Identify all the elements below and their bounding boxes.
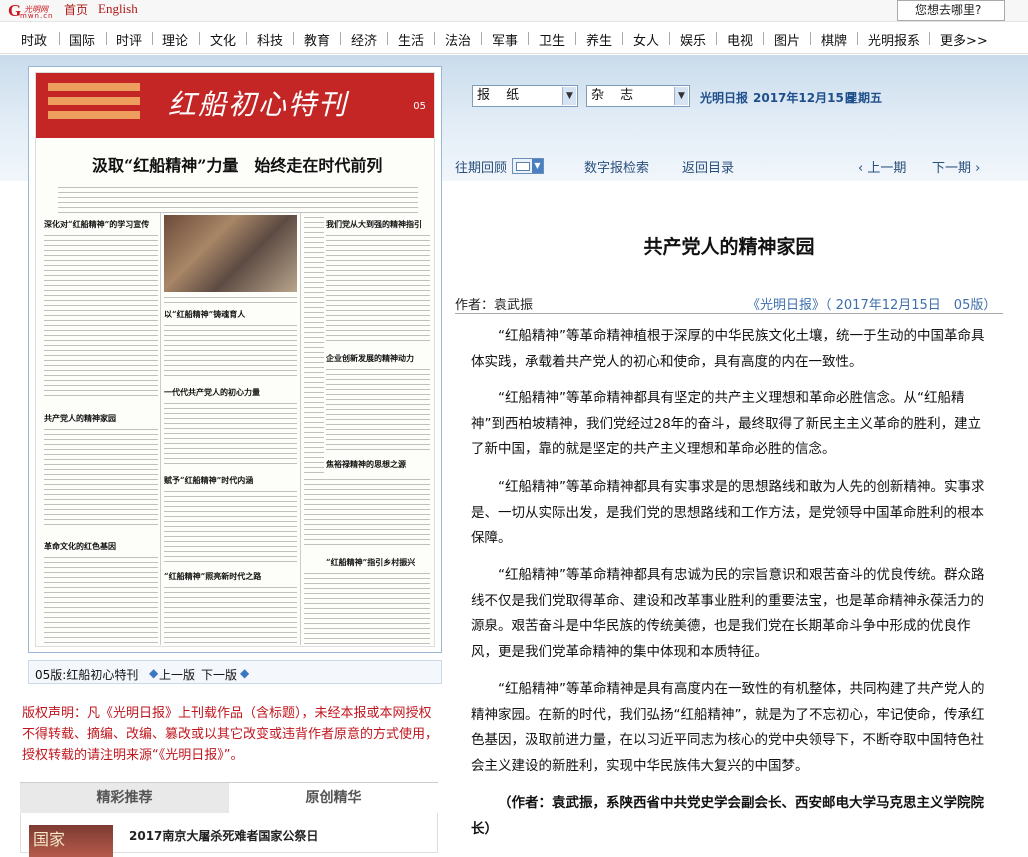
nav-item[interactable]: 娱乐 xyxy=(680,30,706,49)
chevron-down-icon: ▼ xyxy=(674,87,688,105)
page-masthead: 红船初心特刊 05 xyxy=(36,73,434,138)
article-link[interactable]: 我们党从大到强的精神指引 xyxy=(326,219,422,230)
nav-item-more[interactable]: 更多>> xyxy=(940,30,988,49)
article-paragraph: “红船精神”等革命精神植根于深厚的中华民族文化土壤，统一于生动的中国革命具体实践… xyxy=(471,328,985,370)
nav-item[interactable]: 养生 xyxy=(586,30,612,49)
next-page-link[interactable]: 下一版 xyxy=(201,666,237,683)
masthead-page-number: 05 xyxy=(413,101,426,112)
article-paragraph: “红船精神”等革命精神都具有坚定的共产主义理想和革命必胜信念。从“红船精神”到西… xyxy=(471,390,982,457)
type-select[interactable]: 报 纸 ▼ xyxy=(472,85,578,107)
next-issue-link[interactable]: 下一期 › xyxy=(932,157,980,176)
article-link[interactable]: “红船精神”指引乡村振兴 xyxy=(326,557,415,568)
page-headline[interactable]: 汲取“红船精神”力量 始终走在时代前列 xyxy=(92,152,382,176)
list-item[interactable]: 国家 2017南京大屠杀死难者国家公祭日 xyxy=(20,813,438,857)
article-paragraph: “红船精神”等革命精神都具有忠诚为民的宗旨意识和艰苦奋斗的优良传统。群众路线不仅… xyxy=(471,567,985,660)
article-link[interactable]: 共产党人的精神家园 xyxy=(44,413,116,424)
top-bar: G 光明网 mwn.cn 首页 English 您想去哪里? xyxy=(0,0,1028,22)
article-link[interactable]: 一代代共产党人的初心力量 xyxy=(164,387,260,398)
diamond-icon: ◆ xyxy=(240,666,250,680)
nav-item[interactable]: 科技 xyxy=(257,30,283,49)
article-source[interactable]: 《光明日报》（ 2017年12月15日 05版） xyxy=(747,294,996,313)
nav-item[interactable]: 理论 xyxy=(162,30,188,49)
article-link[interactable]: 以“红船精神”铸魂育人 xyxy=(164,309,245,320)
issue-weekday: 星期五 xyxy=(846,91,883,105)
site-logo[interactable]: G 光明网 mwn.cn xyxy=(8,1,58,21)
nav-item[interactable]: 法治 xyxy=(445,30,471,49)
publication-select[interactable]: 杂 志 ▼ xyxy=(586,85,690,107)
article-title: 共产党人的精神家园 xyxy=(643,236,815,258)
list-item-title[interactable]: 2017南京大屠杀死难者国家公祭日 xyxy=(129,827,318,844)
issue-date: 2017年12月15日 xyxy=(753,91,856,105)
nav-item[interactable]: 女人 xyxy=(633,30,659,49)
nav-item[interactable]: 生活 xyxy=(398,30,424,49)
nav-item[interactable]: 教育 xyxy=(304,30,330,49)
divider xyxy=(455,313,1003,314)
main-nav: 时政 国际 时评 理论 文化 科技 教育 经济 生活 法治 军事 卫生 养生 女… xyxy=(0,22,1028,54)
newspaper-page-image[interactable]: 红船初心特刊 05 汲取“红船精神”力量 始终走在时代前列 深化对“红船精神”的… xyxy=(35,72,435,647)
nav-item[interactable]: 国际 xyxy=(69,30,95,49)
back-to-index-link[interactable]: 返回目录 xyxy=(682,157,734,176)
nav-item[interactable]: 经济 xyxy=(351,30,377,49)
calendar-icon[interactable]: ▼ xyxy=(512,158,544,174)
nav-item[interactable]: 文化 xyxy=(210,30,236,49)
newspaper-page-frame: 红船初心特刊 05 汲取“红船精神”力量 始终走在时代前列 深化对“红船精神”的… xyxy=(28,66,442,653)
masthead-title: 红船初心特刊 xyxy=(168,88,349,121)
author-signature: （作者：袁武振，系陕西省中共党史学会副会长、西安邮电大学马克思主义学院院长） xyxy=(471,795,984,837)
page-navigation: 05版:红船初心特刊 ◆ 上一版 下一版 ◆ xyxy=(28,660,442,684)
nav-item[interactable]: 棋牌 xyxy=(821,30,847,49)
article-link[interactable]: 赋予“红船精神”时代内涵 xyxy=(164,475,253,486)
article-link[interactable]: 焦裕禄精神的思想之源 xyxy=(326,459,406,470)
prev-page-link[interactable]: 上一版 xyxy=(159,666,195,683)
article-link[interactable]: 革命文化的红色基因 xyxy=(44,541,116,552)
nav-item[interactable]: 军事 xyxy=(492,30,518,49)
nav-item[interactable]: 卫生 xyxy=(539,30,565,49)
chevron-down-icon: ▼ xyxy=(562,87,576,105)
nav-item[interactable]: 电视 xyxy=(727,30,753,49)
tab-original[interactable]: 原创精华 xyxy=(229,783,438,813)
archive-link[interactable]: 往期回顾 xyxy=(455,157,507,176)
article-paragraph: “红船精神”等革命精神都具有实事求是的思想路线和敢为人先的创新精神。实事求是、一… xyxy=(471,479,985,546)
digital-search-link[interactable]: 数字报检索 xyxy=(584,157,649,176)
english-link[interactable]: English xyxy=(98,1,138,17)
nav-item[interactable]: 时评 xyxy=(116,30,142,49)
nav-item[interactable]: 图片 xyxy=(774,30,800,49)
article-link[interactable]: 企业创新发展的精神动力 xyxy=(326,353,414,364)
article-paragraph: “红船精神”等革命精神是具有高度内在一致性的有机整体，共同构建了共产党人的精神家… xyxy=(471,681,985,774)
recommend-tabs: 精彩推荐 原创精华 xyxy=(20,782,438,813)
site-search-input[interactable]: 您想去哪里? xyxy=(897,0,1005,21)
article-author: 作者：袁武振 xyxy=(455,298,534,313)
article-link[interactable]: 深化对“红船精神”的学习宣传 xyxy=(44,219,149,230)
prev-issue-link[interactable]: ‹ 上一期 xyxy=(858,157,906,176)
diamond-icon: ◆ xyxy=(149,666,159,680)
publication-select-value: 杂 志 xyxy=(591,88,640,103)
nav-item[interactable]: 时政 xyxy=(21,30,47,49)
paper-name: 光明日报 xyxy=(700,91,749,105)
copyright-notice: 版权声明：凡《光明日报》上刊载作品（含标题），未经本报或本网授权不得转载、摘编、… xyxy=(22,706,439,763)
news-thumbnail[interactable]: 国家 xyxy=(29,825,113,857)
current-page-label[interactable]: 05版:红船初心特刊 xyxy=(35,666,138,683)
nav-item[interactable]: 光明报系 xyxy=(868,30,920,49)
news-photo xyxy=(164,215,297,292)
home-link[interactable]: 首页 xyxy=(64,1,88,18)
tab-recommend[interactable]: 精彩推荐 xyxy=(20,783,229,813)
type-select-value: 报 纸 xyxy=(477,88,526,103)
article-link[interactable]: “红船精神”照亮新时代之路 xyxy=(164,571,261,582)
